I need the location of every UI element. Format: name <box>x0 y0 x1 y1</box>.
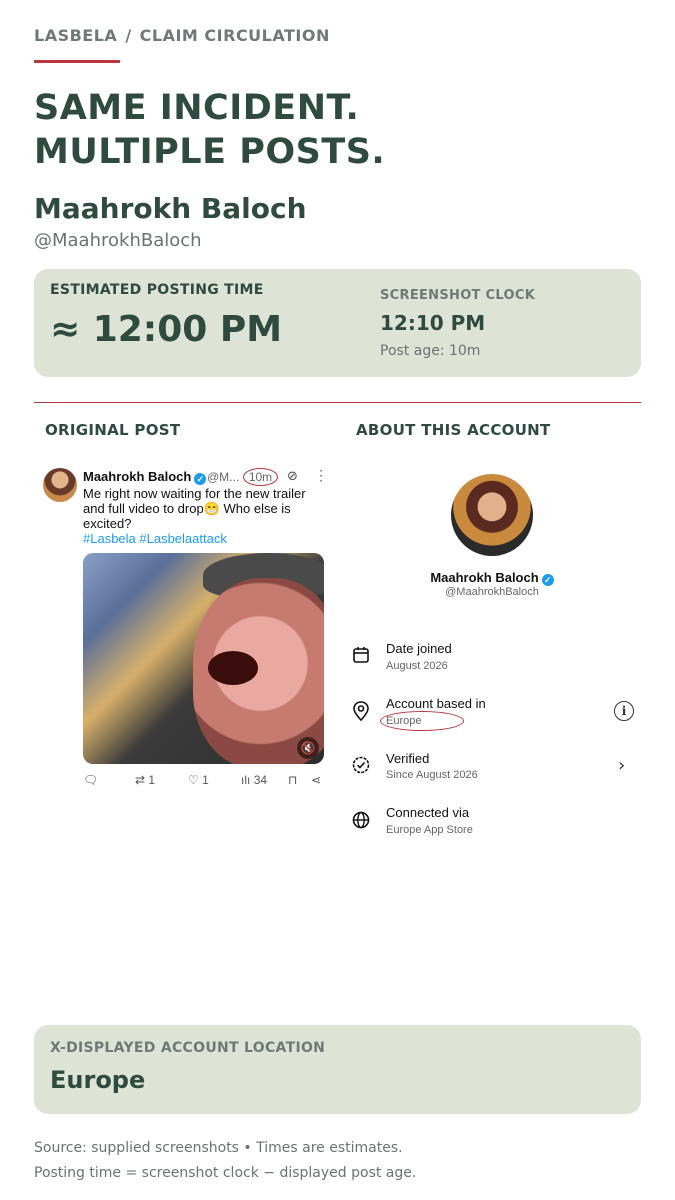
location-card-value: Europe <box>50 1066 146 1094</box>
location-pin-icon <box>350 701 372 723</box>
original-post-title: ORIGINAL POST <box>45 421 181 439</box>
about-verified-icon: ✓ <box>541 574 554 586</box>
connected-via-value: Europe App Store <box>386 824 473 836</box>
headline-line-2: MULTIPLE POSTS. <box>34 132 386 172</box>
headline-line-1: SAME INCIDENT. <box>34 88 360 128</box>
verified-icon: ✓ <box>194 473 207 485</box>
more-options-icon[interactable]: ⋮ <box>314 467 328 484</box>
verified-badge-icon <box>350 756 372 778</box>
chevron-right-icon[interactable]: › <box>618 755 625 776</box>
verified-title: Verified <box>386 751 430 766</box>
grok-icon[interactable]: ⊘ <box>287 469 298 484</box>
page-title: SAME INCIDENT. MULTIPLE POSTS. <box>34 86 385 174</box>
tweet-handle[interactable]: @M... <box>207 470 239 484</box>
tweet-author[interactable]: Maahrokh Baloch ✓ <box>83 469 207 485</box>
info-icon[interactable]: i <box>614 701 634 721</box>
breadcrumb-section: CLAIM CIRCULATION <box>139 26 330 45</box>
tweet-hashtags[interactable]: #Lasbela #Lasbelaattack <box>83 531 227 546</box>
posting-time-card: ESTIMATED POSTING TIME ≈ 12:00 PM SCREEN… <box>34 269 641 377</box>
screenshot-clock-value: 12:10 PM <box>380 311 486 335</box>
like-button[interactable]: ♡ 1 <box>188 773 209 787</box>
calendar-icon <box>350 646 372 668</box>
reply-icon: 🗨 <box>83 773 99 787</box>
tweet-author-name: Maahrokh Baloch <box>83 469 192 484</box>
tweet-media[interactable]: 🔇 <box>83 553 324 764</box>
about-avatar[interactable] <box>451 474 533 556</box>
like-count: 1 <box>202 773 209 787</box>
breadcrumb-separator: / <box>125 26 132 45</box>
heart-icon: ♡ <box>188 773 199 787</box>
post-age: Post age: 10m <box>380 343 481 359</box>
breadcrumb: LASBELA / CLAIM CIRCULATION <box>34 26 330 45</box>
reply-button[interactable]: 🗨 <box>83 773 98 787</box>
account-based-title: Account based in <box>386 696 486 711</box>
section-divider <box>34 402 641 403</box>
footer-formula: Posting time = screenshot clock − displa… <box>34 1165 417 1181</box>
bookmark-icon: ⊓ <box>288 773 298 787</box>
account-handle: @MaahrokhBaloch <box>34 230 202 251</box>
views-button[interactable]: ılı 34 <box>241 773 267 787</box>
screenshot-clock-label: SCREENSHOT CLOCK <box>380 288 536 303</box>
estimated-time-value: ≈ 12:00 PM <box>50 309 283 350</box>
breadcrumb-brand: LASBELA <box>34 26 118 45</box>
accent-underline <box>34 60 120 63</box>
highlight-circle <box>380 711 464 731</box>
verified-value: Since August 2026 <box>386 769 478 781</box>
about-name: Maahrokh Baloch <box>430 570 539 585</box>
about-account-title: ABOUT THIS ACCOUNT <box>356 421 551 439</box>
retweet-count: 1 <box>148 773 156 787</box>
date-joined-title: Date joined <box>386 641 452 656</box>
retweet-button[interactable]: ⇄ 1 <box>135 773 155 787</box>
location-card-label: X-DISPLAYED ACCOUNT LOCATION <box>50 1040 326 1056</box>
views-icon: ılı <box>241 773 251 787</box>
tweet-avatar[interactable] <box>43 468 77 502</box>
estimated-time-label: ESTIMATED POSTING TIME <box>50 282 264 298</box>
bookmark-button[interactable]: ⊓ <box>288 773 297 787</box>
date-joined-value: August 2026 <box>386 660 448 672</box>
media-mouth <box>208 651 258 685</box>
tweet-timestamp[interactable]: 10m <box>243 468 278 486</box>
views-count: 34 <box>253 773 268 787</box>
tweet-text: Me right now waiting for the new trailer… <box>83 486 306 531</box>
connected-via-title: Connected via <box>386 805 470 820</box>
footer-source: Source: supplied screenshots • Times are… <box>34 1140 403 1156</box>
mute-icon[interactable]: 🔇 <box>297 737 319 759</box>
about-handle: @MaahrokhBaloch <box>445 586 539 598</box>
account-name: Maahrokh Baloch <box>34 192 307 225</box>
retweet-icon: ⇄ <box>135 773 146 787</box>
about-name-row: Maahrokh Baloch ✓ <box>400 570 584 586</box>
share-icon: ⋖ <box>311 773 322 787</box>
share-button[interactable]: ⋖ <box>311 773 321 787</box>
location-card: X-DISPLAYED ACCOUNT LOCATION Europe <box>34 1025 641 1114</box>
globe-icon <box>350 811 372 833</box>
